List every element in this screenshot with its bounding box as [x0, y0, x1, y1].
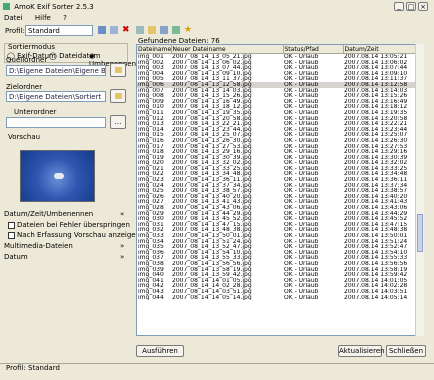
- browse-dest-button[interactable]: [110, 89, 126, 103]
- preview-image: [20, 150, 95, 202]
- settings-icon[interactable]: [136, 26, 144, 34]
- close-dialog-button[interactable]: Schließen: [386, 345, 426, 357]
- column-header[interactable]: Dateiname: [137, 45, 172, 54]
- browse-source-button[interactable]: [110, 63, 126, 77]
- checkbox-icon: [8, 231, 15, 239]
- subfolder-options-button[interactable]: …: [110, 115, 126, 129]
- radio-icon: ◯: [49, 52, 57, 60]
- sort-mode-label: Sortiermodus: [8, 43, 55, 51]
- file-table[interactable]: Dateiname Neuer Dateiname Status/Pfad Datum…: [136, 44, 424, 336]
- table-row[interactable]: img_044 2007_08_14_14_05_14.jpg OK - Urlau…: [137, 295, 423, 301]
- refresh-button[interactable]: Aktualisieren: [338, 345, 385, 357]
- radio-selected-icon: ◉: [89, 52, 96, 60]
- window-title: AmoK Exif Sorter 2.5.3: [14, 3, 94, 11]
- save-icon[interactable]: [98, 26, 106, 34]
- star-icon[interactable]: ★: [184, 25, 192, 35]
- dest-label: Zielordner: [6, 83, 43, 91]
- subfolder-field[interactable]: [6, 117, 106, 128]
- multimedia-section-header[interactable]: Multimedia-Dateien »: [4, 242, 128, 251]
- source-folder-field[interactable]: D:\Eigene Dateien\Eigene Bilder\Urlaub: [6, 65, 106, 76]
- expand-icon: »: [120, 242, 125, 250]
- menu-bar: Datei Hilfe ?: [0, 14, 434, 24]
- table-header: Dateiname Neuer Dateiname Status/Pfad Datum…: [137, 45, 423, 54]
- preview-subject: [54, 173, 64, 179]
- close-button[interactable]: ×: [418, 2, 428, 11]
- status-text: Profil: Standard: [6, 364, 60, 372]
- column-header[interactable]: Neuer Dateiname: [171, 45, 284, 54]
- rename-section-header[interactable]: Datum/Zeit/Umbenennen «: [4, 210, 128, 219]
- delete-icon[interactable]: ✖: [122, 25, 130, 35]
- maximize-button[interactable]: □: [406, 2, 416, 11]
- scroll-thumb[interactable]: [417, 214, 423, 252]
- date-section-header[interactable]: Datum »: [4, 253, 128, 262]
- status-bar: Profil: Standard: [0, 363, 434, 375]
- vertical-scrollbar[interactable]: [415, 44, 424, 336]
- preview-label: Vorschau: [8, 133, 41, 141]
- source-label: Quellordner: [6, 56, 48, 64]
- info-icon[interactable]: [160, 26, 168, 34]
- minimize-button[interactable]: _: [394, 2, 404, 11]
- column-header[interactable]: Status/Pfad: [283, 45, 344, 54]
- profile-select[interactable]: Standard: [25, 25, 93, 36]
- show-preview-checkbox[interactable]: Nach Erfassung Vorschau anzeigen: [8, 231, 140, 239]
- menu-help[interactable]: ?: [63, 14, 67, 22]
- table-cell: 2007_08_14_14_05_14.jpg: [172, 294, 252, 301]
- collapse-icon: «: [120, 210, 125, 218]
- dest-folder-field[interactable]: D:\Eigene Dateien\Sortiert: [6, 91, 106, 102]
- table-cell: OK - Urlaub: [284, 294, 319, 301]
- copy-icon[interactable]: [110, 26, 118, 34]
- menu-hilfe[interactable]: Hilfe: [35, 14, 51, 22]
- column-header[interactable]: Datum/Zeit: [343, 45, 423, 54]
- table-cell: 2007.08.14 14:05:14: [344, 294, 408, 301]
- folder-icon[interactable]: [148, 26, 156, 34]
- execute-button[interactable]: Ausführen: [136, 345, 184, 357]
- expand-icon: »: [120, 253, 125, 261]
- menu-datei[interactable]: Datei: [4, 14, 23, 22]
- title-bar: AmoK Exif Sorter 2.5.3 _ □ ×: [0, 0, 434, 14]
- folder-icon: [114, 93, 122, 99]
- folder-icon: [114, 67, 122, 73]
- profile-label: Profil:: [5, 27, 25, 35]
- table-cell: img_044: [138, 294, 164, 301]
- subfolder-label: Unterordner: [14, 108, 57, 116]
- checkbox-icon: [8, 221, 15, 229]
- app-icon: [3, 3, 10, 10]
- skip-errors-checkbox[interactable]: Dateien bei Fehler überspringen: [8, 221, 130, 229]
- export-icon[interactable]: [172, 26, 180, 34]
